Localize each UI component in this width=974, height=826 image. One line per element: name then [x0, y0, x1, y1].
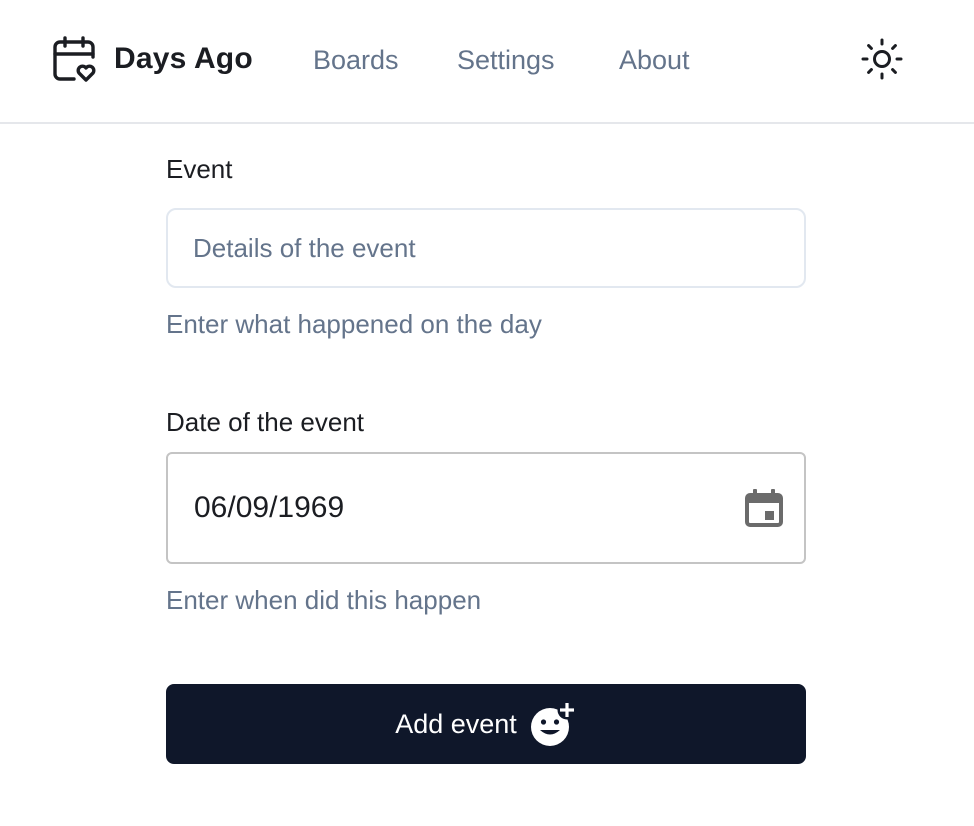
- top-navbar: Days Ago Boards Settings About: [0, 0, 974, 124]
- brand-logo-link[interactable]: Days Ago: [52, 34, 253, 84]
- calendar-heart-icon: [53, 36, 96, 82]
- theme-toggle-button[interactable]: [858, 35, 906, 83]
- add-event-label: Add event: [395, 708, 517, 739]
- date-input[interactable]: 06/09/1969: [166, 452, 806, 564]
- event-helper-text: Enter what happened on the day: [166, 309, 542, 339]
- nav-link-about[interactable]: About: [619, 40, 690, 80]
- brand-name: Days Ago: [114, 42, 253, 75]
- nav-link-settings[interactable]: Settings: [457, 40, 555, 80]
- add-event-button[interactable]: Add event: [166, 684, 806, 764]
- add-reaction-icon: [530, 700, 577, 746]
- date-value: 06/09/1969: [194, 491, 345, 524]
- date-helper-text: Enter when did this happen: [166, 585, 482, 615]
- date-label: Date of the event: [166, 407, 365, 437]
- sun-icon: [861, 38, 903, 80]
- event-label: Event: [166, 154, 233, 184]
- nav-link-boards[interactable]: Boards: [313, 40, 399, 80]
- event-input[interactable]: [166, 208, 806, 288]
- calendar-icon[interactable]: [742, 486, 786, 530]
